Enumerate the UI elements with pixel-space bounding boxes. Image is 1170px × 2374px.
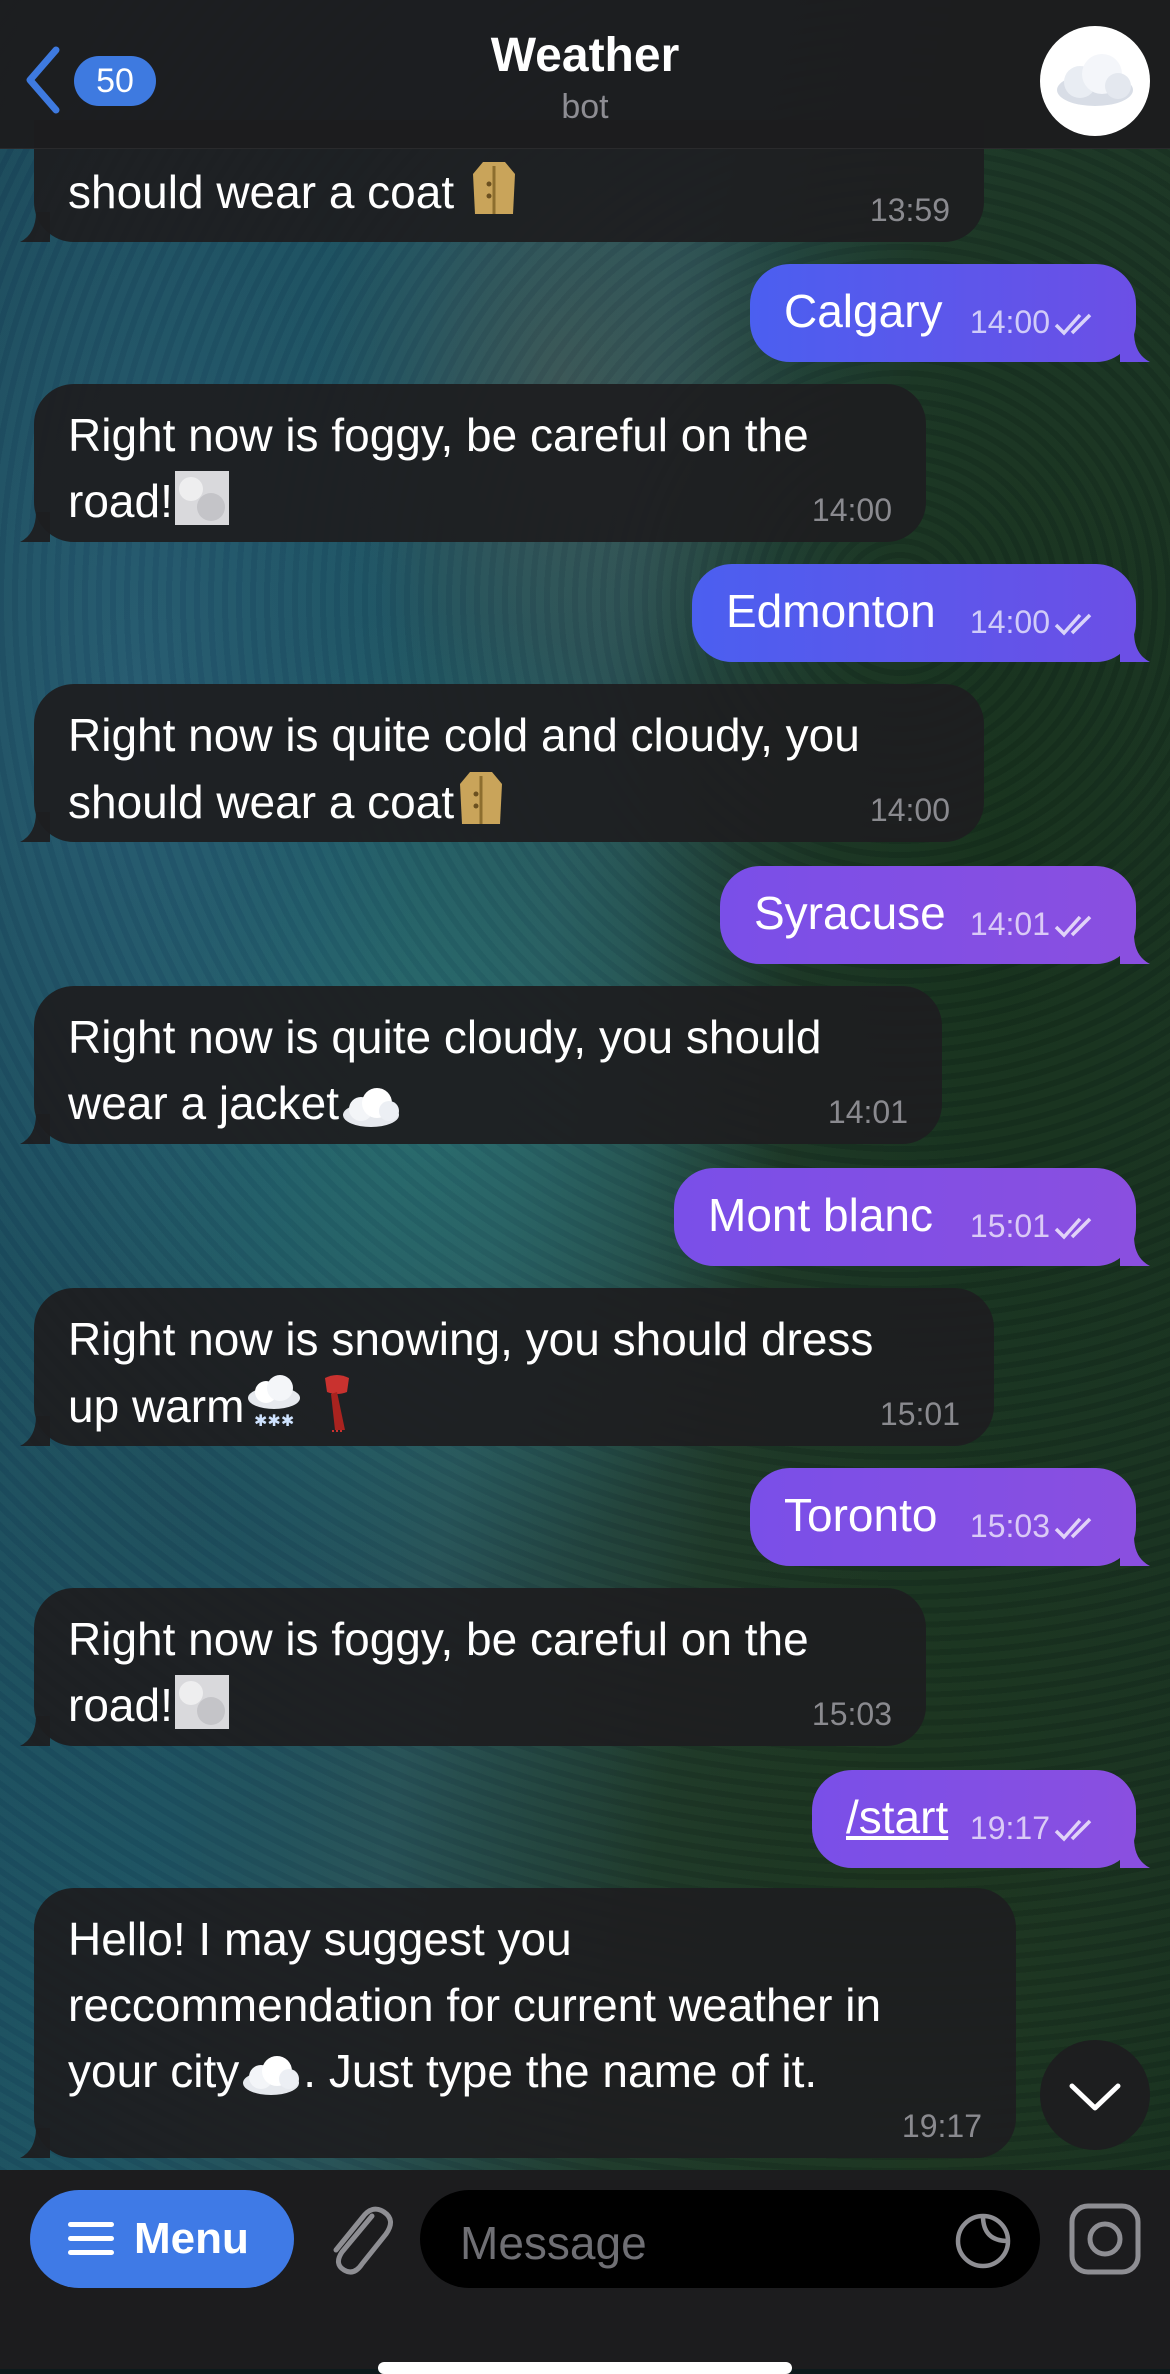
bot-avatar[interactable] [1040, 26, 1150, 136]
chat-subtitle: bot [561, 88, 609, 126]
bubble-tail [20, 2128, 50, 2158]
composer-bar: Menu Message [0, 2170, 1170, 2369]
message-text: Right now is quite cloudy, you should [68, 1011, 822, 1063]
message-time: 15:01 [970, 1208, 1102, 1244]
chevron-down-icon [1069, 2083, 1121, 2111]
message-time: 15:01 [879, 1396, 960, 1432]
cloud-icon [243, 2056, 300, 2095]
message-time: 14:01 [970, 906, 1102, 942]
double-check-icon [1054, 1819, 1092, 1842]
message-text: Right now is foggy, be careful on the [68, 1613, 809, 1665]
message-time: 19:17 [970, 1810, 1102, 1846]
menu-label: Menu [134, 2214, 249, 2263]
chat-title[interactable]: Weather [0, 28, 1170, 83]
outgoing-message[interactable]: Calgary 14:00 [750, 264, 1150, 362]
cloud-icon [1057, 54, 1133, 106]
message-text: Syracuse [754, 887, 946, 939]
message-text: road! [68, 475, 173, 527]
attach-button[interactable] [320, 2196, 400, 2286]
bubble-tail [1120, 632, 1150, 662]
incoming-message[interactable]: Right now is snowing, you should dress u… [20, 1288, 994, 1446]
message-text: should wear a coat [68, 776, 455, 828]
bubble-tail [1120, 1536, 1150, 1566]
message-time: 14:01 [827, 1094, 908, 1130]
outgoing-message[interactable]: Toronto 15:03 [750, 1468, 1150, 1566]
message-time: 14:00 [811, 492, 892, 528]
scroll-to-bottom-button[interactable] [1040, 2040, 1150, 2150]
cloud-icon [343, 1088, 400, 1127]
message-text: Calgary [784, 285, 943, 337]
message-text: your city [68, 2045, 240, 2097]
incoming-message[interactable]: Hello! I may suggest you reccommendation… [20, 1888, 1016, 2158]
message-time: 14:00 [869, 792, 950, 828]
incoming-message[interactable]: Right now is foggy, be careful on the ro… [20, 1588, 926, 1746]
double-check-icon [1054, 1517, 1092, 1540]
double-check-icon [1054, 1217, 1092, 1240]
home-indicator [378, 2362, 792, 2374]
bubble-tail [1120, 1838, 1150, 1868]
outgoing-message[interactable]: Edmonton 14:00 [692, 564, 1150, 662]
bubble-tail [20, 1416, 50, 1446]
paperclip-icon [333, 2206, 393, 2275]
message-text: reccommendation for current weather in [68, 1979, 882, 2031]
svg-text:✱✱✱: ✱✱✱ [254, 1411, 294, 1430]
message-text: Toronto [784, 1489, 938, 1541]
coat-icon [460, 772, 503, 824]
message-input[interactable]: Message [420, 2190, 1040, 2288]
menu-button[interactable]: Menu [30, 2190, 294, 2288]
message-placeholder: Message [460, 2217, 647, 2269]
message-time: 15:03 [970, 1508, 1102, 1544]
message-time: 15:03 [811, 1696, 892, 1732]
camera-icon [1069, 2203, 1141, 2275]
scarf-icon [325, 1375, 350, 1432]
outgoing-message[interactable]: Mont blanc 15:01 [674, 1168, 1150, 1266]
message-text: road! [68, 1679, 173, 1731]
incoming-message[interactable]: Right now is quite cloudy, you should we… [20, 986, 942, 1144]
outgoing-message[interactable]: Syracuse 14:01 [720, 866, 1150, 964]
sticker-icon[interactable] [954, 2212, 1012, 2270]
bubble-tail [1120, 332, 1150, 362]
message-text: Right now is foggy, be careful on the [68, 409, 809, 461]
bubble-tail [20, 812, 50, 842]
message-text: Right now is snowing, you should dress [68, 1313, 874, 1365]
bubble-tail [1120, 1236, 1150, 1266]
fog-icon [174, 1675, 229, 1729]
double-check-icon [1054, 613, 1092, 636]
message-text: . Just type the name of it. [303, 2045, 818, 2097]
message-text: up warm [68, 1380, 245, 1432]
message-time: 14:00 [970, 304, 1102, 340]
snow-cloud-icon: ✱✱✱ [248, 1375, 301, 1430]
hamburger-icon [68, 2222, 114, 2255]
message-text: Mont blanc [708, 1189, 934, 1241]
message-text: Hello! I may suggest you [68, 1913, 572, 1965]
bubble-tail [20, 1114, 50, 1144]
message-time: 19:17 [901, 2108, 982, 2144]
message-time: 14:00 [970, 604, 1102, 640]
bubble-tail [20, 1716, 50, 1746]
coat-icon [472, 162, 515, 214]
message-text: Edmonton [726, 585, 936, 637]
camera-button[interactable] [1068, 2202, 1142, 2276]
command-link[interactable]: /start [846, 1784, 948, 1850]
fog-icon [174, 471, 229, 525]
bubble-tail [1120, 934, 1150, 964]
bubble-tail [20, 212, 50, 242]
double-check-icon [1054, 313, 1092, 336]
message-time: 13:59 [869, 192, 950, 228]
incoming-message[interactable]: Right now is foggy, be careful on the ro… [20, 384, 926, 542]
message-text: should wear a coat [68, 166, 455, 218]
message-text: Right now is quite cold and cloudy, you [68, 709, 860, 761]
chat-header: 50 Weather bot [0, 0, 1170, 149]
outgoing-message[interactable]: /start 19:17 [812, 1770, 1150, 1868]
incoming-message[interactable]: Right now is quite cold and cloudy, you … [20, 684, 984, 842]
double-check-icon [1054, 915, 1092, 938]
bubble-tail [20, 512, 50, 542]
message-text: wear a jacket [68, 1077, 340, 1129]
